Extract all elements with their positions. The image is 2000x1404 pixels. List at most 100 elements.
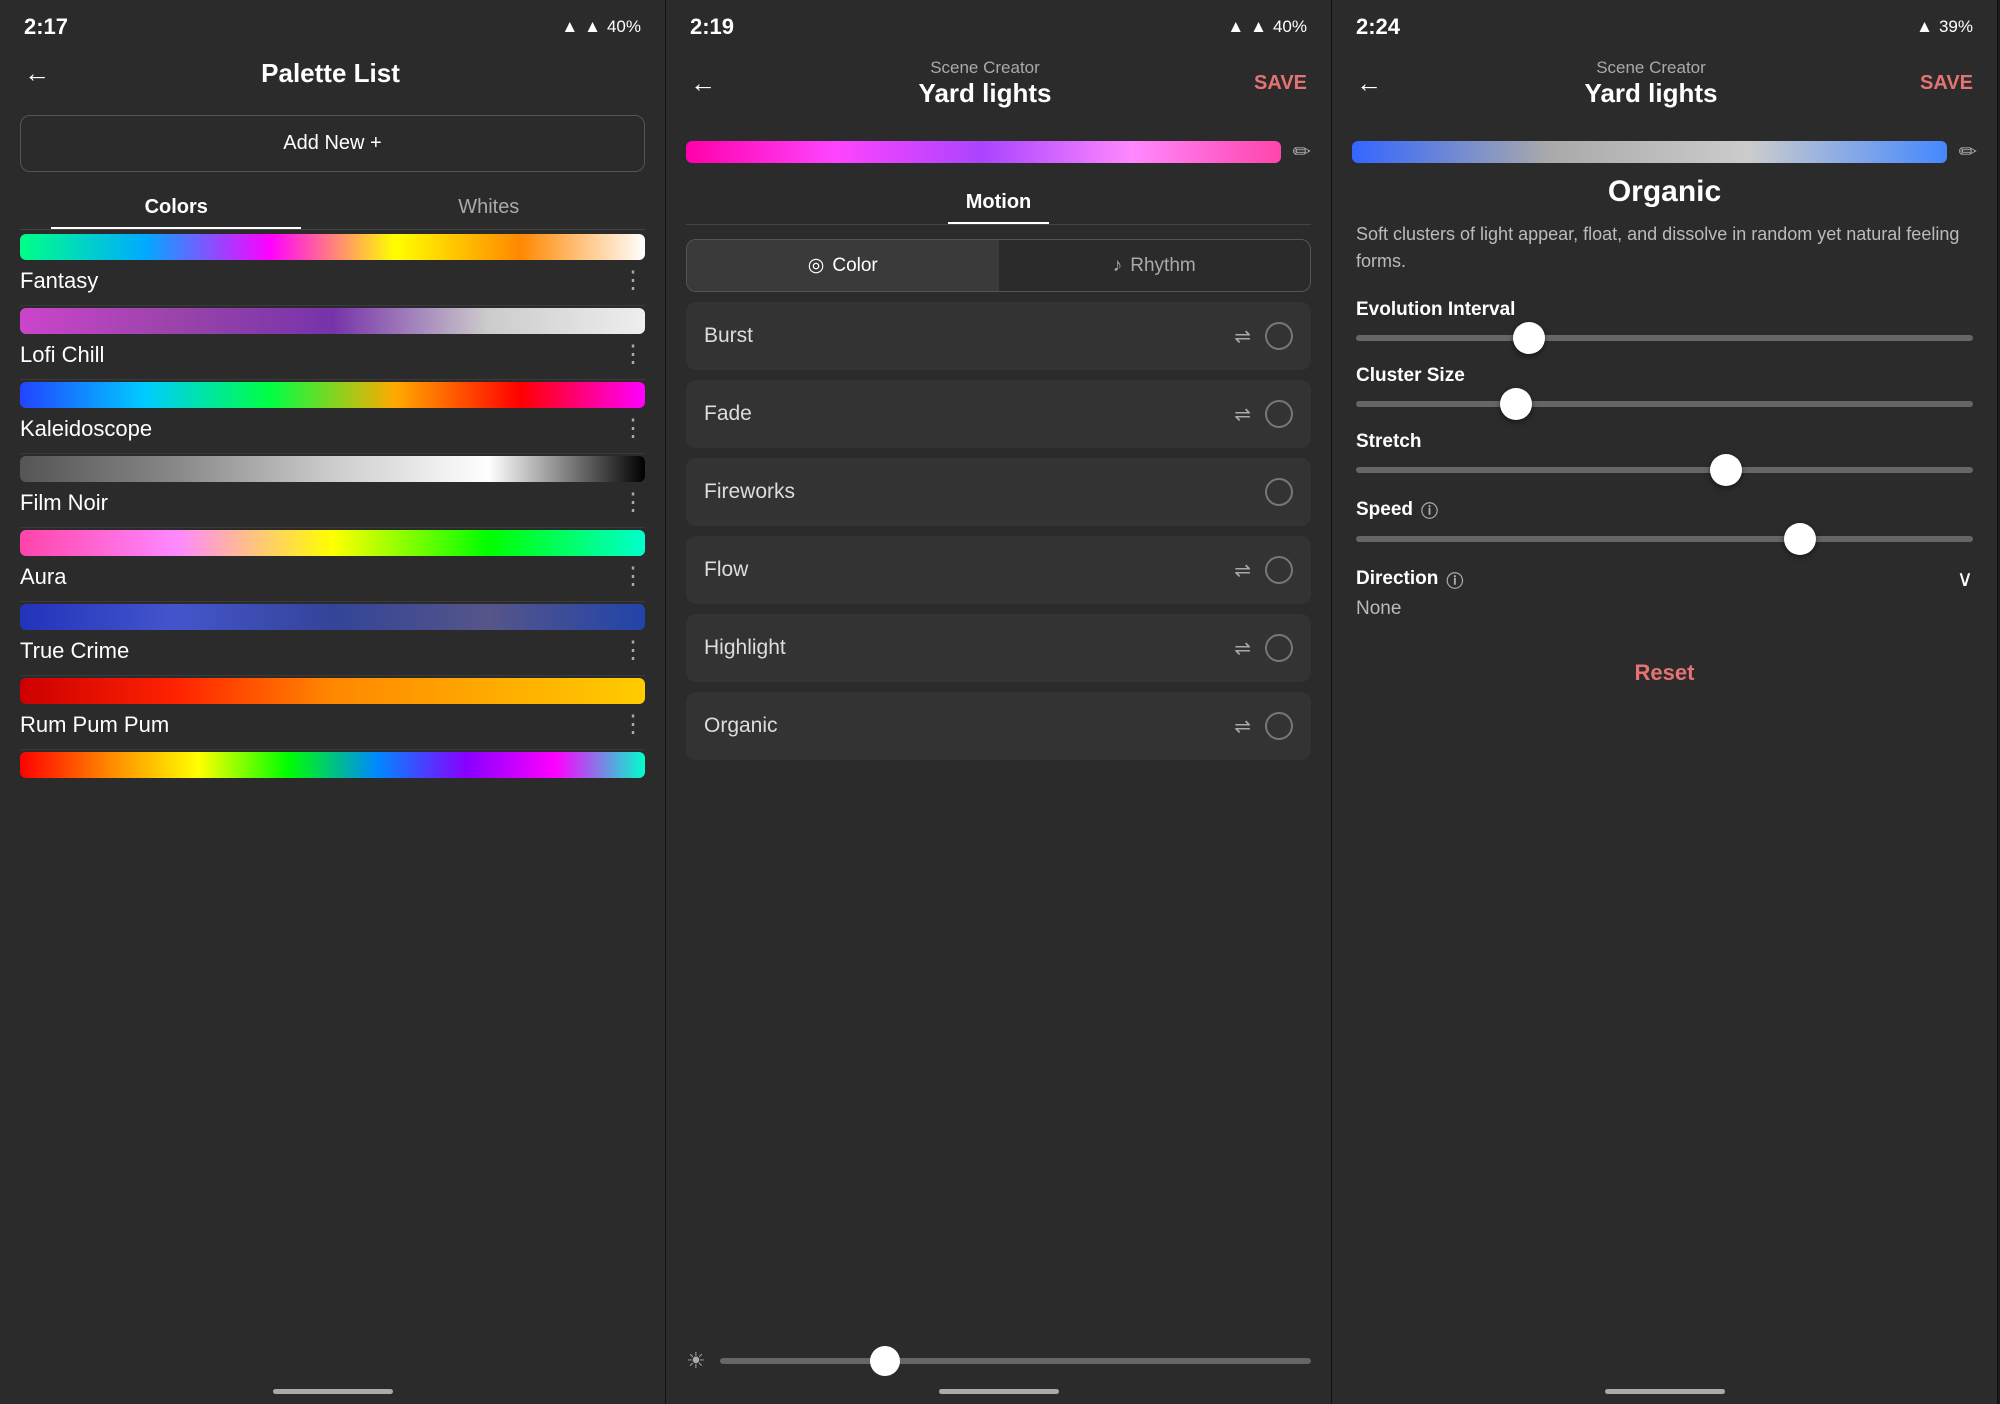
settings-icon-flow[interactable]: ⇌	[1234, 558, 1251, 583]
page-title-2: Yard lights	[716, 78, 1254, 109]
more-options-fantasy[interactable]: ⋮	[621, 266, 645, 295]
radio-fireworks[interactable]	[1265, 478, 1293, 506]
setting-evolution-interval: Evolution Interval	[1356, 299, 1973, 341]
status-bar-2: 2:19 ▲ ▲ 40%	[666, 0, 1331, 48]
wifi-icon-2: ▲	[1227, 17, 1244, 37]
radio-fade[interactable]	[1265, 400, 1293, 428]
radio-flow[interactable]	[1265, 556, 1293, 584]
cluster-thumb[interactable]	[1500, 388, 1532, 420]
settings-icon-burst[interactable]: ⇌	[1234, 324, 1251, 349]
save-button-2[interactable]: SAVE	[1254, 72, 1307, 95]
header-subtitle-3: Scene Creator	[1382, 58, 1920, 78]
speed-slider[interactable]	[1356, 536, 1973, 542]
motion-item-name-burst: Burst	[704, 324, 753, 348]
brightness-thumb[interactable]	[870, 1346, 900, 1376]
tab-colors[interactable]: Colors	[20, 184, 333, 229]
save-button-3[interactable]: SAVE	[1920, 72, 1973, 95]
brightness-slider[interactable]	[720, 1358, 1311, 1364]
palette-list: Fantasy ⋮ Lofi Chill ⋮ Kaleidoscope ⋮ Fi…	[0, 234, 665, 1384]
speed-thumb[interactable]	[1784, 523, 1816, 555]
motion-item-organic[interactable]: Organic ⇌	[686, 692, 1311, 760]
add-new-button[interactable]: Add New +	[20, 115, 645, 172]
more-options-aura[interactable]: ⋮	[621, 562, 645, 591]
speed-slider-row	[1356, 536, 1973, 542]
more-options-lofi[interactable]: ⋮	[621, 340, 645, 369]
settings-icon-fade[interactable]: ⇌	[1234, 402, 1251, 427]
stretch-thumb[interactable]	[1710, 454, 1742, 486]
back-button-1[interactable]: ←	[24, 58, 50, 89]
back-button-3[interactable]: ←	[1356, 68, 1382, 99]
list-item: Film Noir ⋮	[20, 456, 645, 528]
list-item	[20, 752, 645, 778]
tab-whites[interactable]: Whites	[333, 184, 646, 229]
header-subtitle-2: Scene Creator	[716, 58, 1254, 78]
stretch-slider-row	[1356, 467, 1973, 473]
direction-label: Direction ⓘ	[1356, 567, 1463, 592]
setting-speed: Speed ⓘ	[1356, 497, 1973, 542]
music-note-icon: ♪	[1113, 255, 1123, 277]
settings-icon-highlight[interactable]: ⇌	[1234, 636, 1251, 661]
more-options-truecrime[interactable]: ⋮	[621, 636, 645, 665]
motion-item-fireworks[interactable]: Fireworks	[686, 458, 1311, 526]
setting-cluster-size: Cluster Size	[1356, 365, 1973, 407]
motion-item-fade[interactable]: Fade ⇌	[686, 380, 1311, 448]
signal-icon: ▲	[584, 17, 601, 37]
color-palette-icon: ◎	[808, 254, 825, 277]
palette-name-filmnoir: Film Noir	[20, 490, 108, 516]
status-time-3: 2:24	[1356, 14, 1400, 40]
evolution-slider[interactable]	[1356, 335, 1973, 341]
color-bar-section-3: ✏	[1332, 123, 1997, 175]
setting-label-cluster: Cluster Size	[1356, 365, 1973, 387]
reset-button[interactable]: Reset	[1356, 644, 1973, 702]
motion-item-highlight[interactable]: Highlight ⇌	[686, 614, 1311, 682]
more-options-rumpumpum[interactable]: ⋮	[621, 710, 645, 739]
evolution-slider-row	[1356, 335, 1973, 341]
palette-row-fantasy: Fantasy ⋮	[20, 266, 645, 306]
chevron-down-icon[interactable]: ∨	[1957, 566, 1973, 592]
stretch-slider[interactable]	[1356, 467, 1973, 473]
palette-name-rumpumpum: Rum Pum Pum	[20, 712, 169, 738]
cluster-slider[interactable]	[1356, 401, 1973, 407]
motion-item-right-fade: ⇌	[1234, 400, 1293, 428]
cluster-slider-row	[1356, 401, 1973, 407]
motion-list: Burst ⇌ Fade ⇌ Fireworks Flow ⇌	[666, 302, 1331, 1334]
speed-info-icon: ⓘ	[1421, 497, 1438, 522]
more-options-filmnoir[interactable]: ⋮	[621, 488, 645, 517]
direction-row: Direction ⓘ ∨	[1356, 566, 1973, 592]
brightness-bar: ☀	[666, 1334, 1331, 1384]
palette-row-filmnoir: Film Noir ⋮	[20, 488, 645, 528]
direction-info-icon: ⓘ	[1446, 567, 1463, 592]
palette-gradient-rumpumpum	[20, 678, 645, 704]
list-item: Kaleidoscope ⋮	[20, 382, 645, 454]
settings-icon-organic[interactable]: ⇌	[1234, 714, 1251, 739]
motion-item-burst[interactable]: Burst ⇌	[686, 302, 1311, 370]
tab-motion[interactable]: Motion	[936, 181, 1062, 224]
header-center-2: Scene Creator Yard lights	[716, 58, 1254, 109]
tab-rhythm[interactable]: ♪ Rhythm	[999, 240, 1311, 291]
radio-organic[interactable]	[1265, 712, 1293, 740]
radio-highlight[interactable]	[1265, 634, 1293, 662]
edit-color-icon[interactable]: ✏	[1293, 139, 1311, 165]
palette-gradient-filmnoir	[20, 456, 645, 482]
motion-item-right-organic: ⇌	[1234, 712, 1293, 740]
home-indicator-3	[1605, 1389, 1725, 1394]
evolution-thumb[interactable]	[1513, 322, 1545, 354]
back-button-2[interactable]: ←	[690, 68, 716, 99]
color-bar[interactable]	[686, 141, 1281, 163]
motion-item-right-highlight: ⇌	[1234, 634, 1293, 662]
edit-color-icon-3[interactable]: ✏	[1959, 139, 1977, 165]
color-bar-organic[interactable]	[1352, 141, 1947, 163]
palette-row-kaleidoscope: Kaleidoscope ⋮	[20, 414, 645, 454]
motion-item-flow[interactable]: Flow ⇌	[686, 536, 1311, 604]
more-options-kaleidoscope[interactable]: ⋮	[621, 414, 645, 443]
radio-burst[interactable]	[1265, 322, 1293, 350]
setting-label-stretch: Stretch	[1356, 431, 1973, 453]
color-rhythm-tabs: ◎ Color ♪ Rhythm	[686, 239, 1311, 292]
page-title-3: Yard lights	[1382, 78, 1920, 109]
status-bar-1: 2:17 ▲ ▲ 40%	[0, 0, 665, 48]
header-center-1: Palette List	[50, 58, 611, 89]
direction-value: None	[1356, 598, 1973, 620]
tab-color[interactable]: ◎ Color	[687, 240, 999, 291]
palette-name-aura: Aura	[20, 564, 66, 590]
motion-item-right-flow: ⇌	[1234, 556, 1293, 584]
